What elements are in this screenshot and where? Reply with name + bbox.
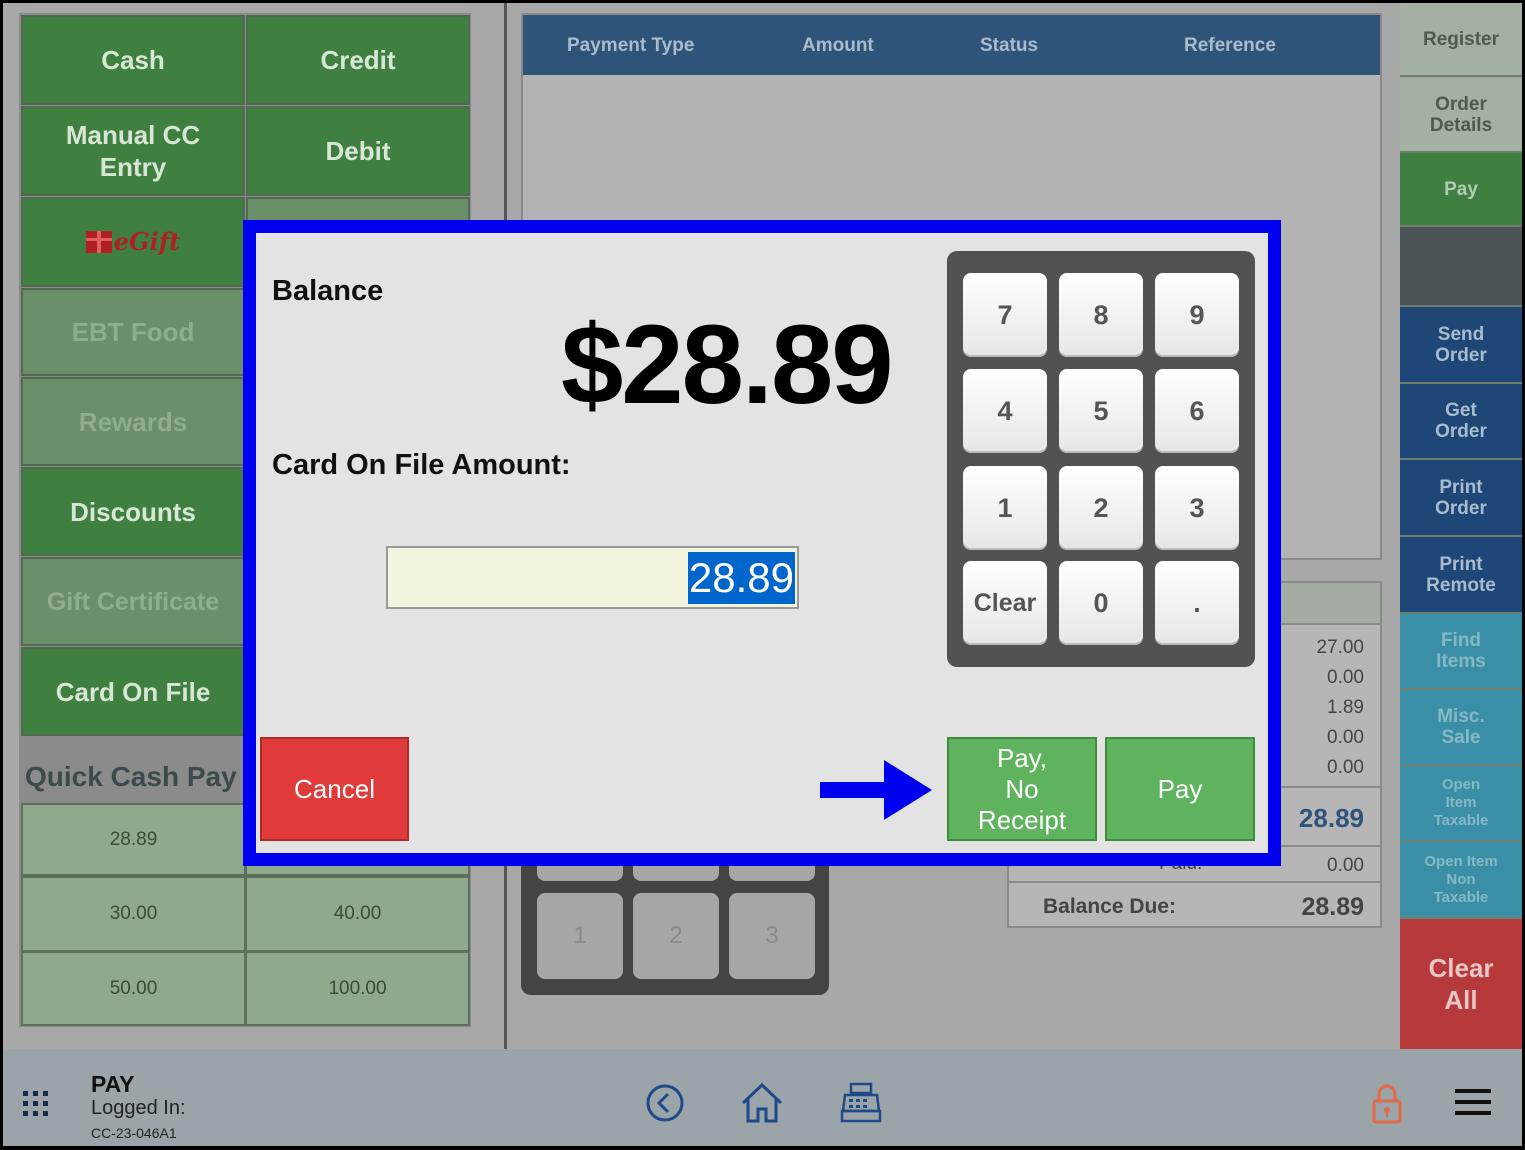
key-0[interactable]: 0 <box>1059 561 1143 645</box>
key-8[interactable]: 8 <box>1059 273 1143 357</box>
col-amount: Amount <box>802 35 874 56</box>
discounts-button[interactable]: Discounts <box>21 467 245 556</box>
quick-cash-button[interactable]: 28.89 <box>21 803 246 876</box>
rewards-button[interactable]: Rewards <box>21 377 245 466</box>
arrow-right-icon <box>820 758 934 822</box>
nav-print-order[interactable]: Print Order <box>1400 460 1522 537</box>
key-1[interactable]: 1 <box>963 466 1047 550</box>
back-icon[interactable] <box>645 1083 685 1123</box>
amount-input-value: 28.89 <box>687 552 795 604</box>
card-on-file-button[interactable]: Card On File <box>21 647 245 736</box>
discount-value: 0.00 <box>1327 667 1364 688</box>
nav-print-remote[interactable]: Print Remote <box>1400 537 1522 614</box>
total-value: 28.89 <box>1298 803 1364 833</box>
nav-misc-sale[interactable]: Misc. Sale <box>1400 690 1522 766</box>
totals-divider <box>1009 881 1380 883</box>
bottom-bar: PAY Logged In: CC-23-046A1 <box>3 1049 1522 1146</box>
ebt-food-button[interactable]: EBT Food <box>21 288 245 376</box>
nav-blank <box>1400 227 1522 307</box>
quick-cash-button[interactable]: 50.00 <box>21 951 246 1026</box>
cash-register-icon[interactable] <box>839 1081 883 1125</box>
keypad: 7 8 9 4 5 6 1 2 3 Clear 0 . <box>947 251 1255 667</box>
key-7[interactable]: 7 <box>963 273 1047 357</box>
apps-grid-icon[interactable] <box>23 1091 49 1117</box>
nav-send-order[interactable]: Send Order <box>1400 307 1522 384</box>
fee-value: 0.00 <box>1327 727 1364 748</box>
card-on-file-amount-label: Card On File Amount: <box>272 449 571 481</box>
subtotal-value: 27.00 <box>1316 637 1364 658</box>
manual-cc-entry-button[interactable]: Manual CC Entry <box>21 106 245 196</box>
menu-icon[interactable] <box>1455 1089 1493 1117</box>
debit-button[interactable]: Debit <box>246 106 470 196</box>
balance-amount: $28.89 <box>561 302 894 427</box>
gift-certificate-button[interactable]: Gift Certificate <box>21 557 245 646</box>
card-on-file-dialog: Balance $28.89 Card On File Amount: 28.8… <box>243 220 1281 866</box>
gift-icon <box>85 231 112 253</box>
pay-button[interactable]: Pay <box>1105 737 1255 841</box>
quick-cash-button[interactable]: 30.00 <box>21 876 246 952</box>
logged-in-label: Logged In: <box>91 1097 186 1119</box>
lock-icon[interactable] <box>1370 1083 1404 1125</box>
nav-get-order[interactable]: Get Order <box>1400 384 1522 460</box>
quick-cash-title: Quick Cash Pay <box>25 761 237 792</box>
key-4[interactable]: 4 <box>963 369 1047 453</box>
key-9[interactable]: 9 <box>1155 273 1239 357</box>
egift-button[interactable]: eGift <box>21 197 245 287</box>
pay-no-receipt-button[interactable]: Pay, No Receipt <box>947 737 1097 841</box>
paid-value: 0.00 <box>1327 855 1364 876</box>
balance-due-value: 28.89 <box>1301 893 1364 921</box>
key-6[interactable]: 6 <box>1155 369 1239 453</box>
key-clear[interactable]: Clear <box>963 561 1047 645</box>
cancel-button[interactable]: Cancel <box>260 737 409 841</box>
amount-input[interactable]: 28.89 <box>386 546 799 609</box>
quick-cash-button[interactable]: 40.00 <box>245 876 470 952</box>
nav-open-item-non-taxable[interactable]: Open Item Non Taxable <box>1400 842 1522 919</box>
payment-table-header: Payment Type Amount Status Reference <box>523 15 1380 75</box>
col-payment-type: Payment Type <box>567 35 695 56</box>
egift-label: eGift <box>113 227 181 256</box>
pos-screen: Cash Credit Manual CC Entry Debit eGift … <box>3 3 1522 1146</box>
device-id: CC-23-046A1 <box>91 1125 177 1141</box>
tax-value: 1.89 <box>1327 697 1364 718</box>
mode-label: PAY <box>91 1071 135 1097</box>
nav-open-item-taxable[interactable]: Open Item Taxable <box>1400 766 1522 842</box>
col-reference: Reference <box>1184 35 1276 56</box>
credit-button[interactable]: Credit <box>246 15 470 105</box>
nav-pay[interactable]: Pay <box>1400 153 1522 227</box>
key-3[interactable]: 3 <box>1155 466 1239 550</box>
nav-clear-all[interactable]: Clear All <box>1400 919 1522 1049</box>
tip-value: 0.00 <box>1327 757 1364 778</box>
bg-key[interactable]: 2 <box>633 893 719 979</box>
quick-cash-button[interactable]: 100.00 <box>245 951 470 1026</box>
nav-order-details[interactable]: Order Details <box>1400 79 1522 153</box>
cash-button[interactable]: Cash <box>21 15 245 105</box>
key-5[interactable]: 5 <box>1059 369 1143 453</box>
bg-key[interactable]: 3 <box>729 893 815 979</box>
home-icon[interactable] <box>739 1081 785 1125</box>
nav-find-items[interactable]: Find Items <box>1400 614 1522 690</box>
balance-due-label: Balance Due: <box>1043 895 1177 918</box>
col-status: Status <box>980 35 1039 56</box>
key-2[interactable]: 2 <box>1059 466 1143 550</box>
nav-register[interactable]: Register <box>1400 3 1522 77</box>
balance-label: Balance <box>272 275 384 307</box>
key-decimal[interactable]: . <box>1155 561 1239 645</box>
bg-key[interactable]: 1 <box>537 893 623 979</box>
